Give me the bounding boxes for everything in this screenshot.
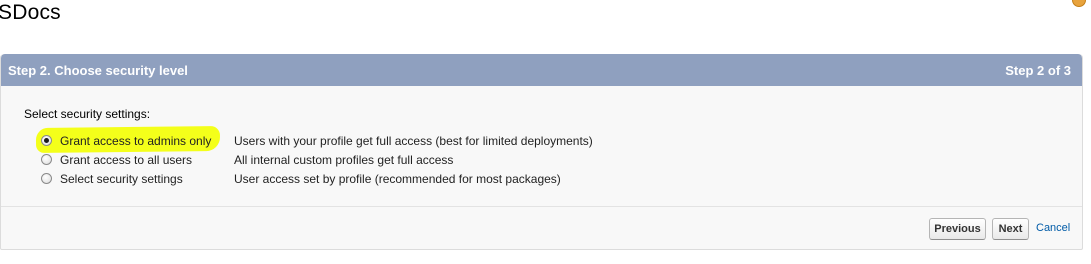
wizard-header: Step 2. Choose security level Step 2 of … (1, 54, 1082, 86)
wizard-step-title: Step 2. Choose security level (8, 62, 188, 78)
next-button[interactable]: Next (992, 218, 1029, 240)
cancel-link[interactable]: Cancel (1036, 222, 1070, 234)
radio-select-settings[interactable] (41, 173, 52, 184)
help-icon[interactable] (1072, 0, 1086, 7)
app-page: SDocs Step 2. Choose security level Step… (0, 0, 1091, 264)
option-label-admins-only[interactable]: Grant access to admins only (60, 134, 211, 148)
wizard-panel: Step 2. Choose security level Step 2 of … (0, 54, 1083, 250)
security-prompt: Select security settings: (24, 107, 151, 121)
wizard-footer: Previous Next Cancel (1, 207, 1082, 249)
previous-button[interactable]: Previous (929, 218, 986, 240)
option-select-settings: Select security settings User access set… (1, 170, 1082, 189)
wizard-body: Select security settings: Grant access t… (1, 86, 1082, 207)
option-label-all-users[interactable]: Grant access to all users (60, 153, 192, 167)
option-all-users: Grant access to all users All internal c… (1, 151, 1082, 170)
option-description-admins-only: Users with your profile get full access … (234, 134, 593, 148)
wizard-step-counter: Step 2 of 3 (1005, 62, 1071, 78)
option-description-all-users: All internal custom profiles get full ac… (234, 153, 454, 167)
option-label-select-settings[interactable]: Select security settings (60, 172, 183, 186)
option-description-select-settings: User access set by profile (recommended … (234, 172, 561, 186)
radio-admins-only[interactable] (41, 135, 52, 146)
option-admins-only: Grant access to admins only Users with y… (1, 126, 1082, 153)
radio-all-users[interactable] (41, 154, 52, 165)
app-title: SDocs (0, 1, 61, 24)
